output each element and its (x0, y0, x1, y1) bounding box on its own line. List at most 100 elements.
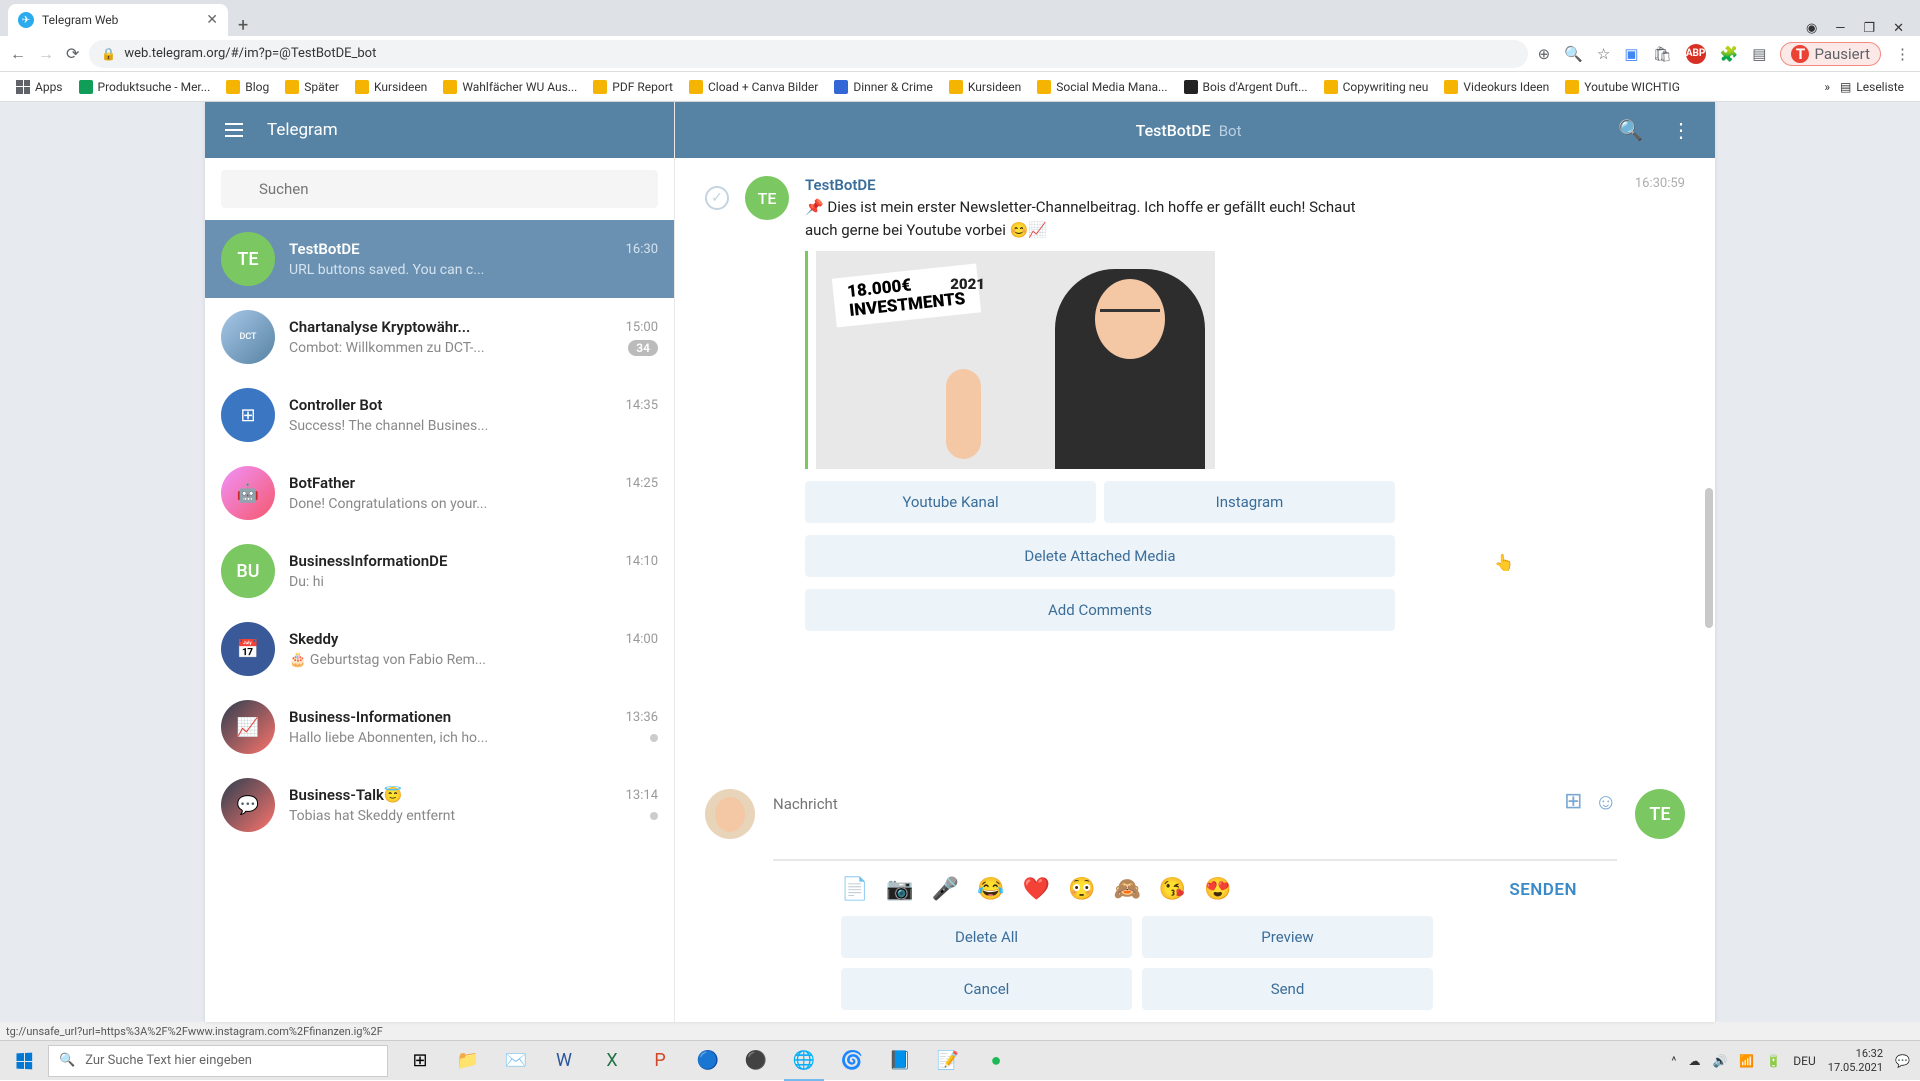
onedrive-icon[interactable]: ☁ (1688, 1054, 1700, 1068)
browser-tab[interactable]: ✈ Telegram Web ✕ (8, 4, 228, 36)
camera-icon[interactable]: 📷 (886, 877, 913, 902)
apps-bookmark[interactable]: Apps (10, 77, 69, 97)
chat-item[interactable]: ⊞ Controller Bot14:35 Success! The chann… (205, 376, 674, 454)
tray-chevron-icon[interactable]: ^ (1671, 1054, 1676, 1068)
url-bar[interactable]: 🔒 web.telegram.org/#/im?p=@TestBotDE_bot (89, 40, 1527, 68)
chat-menu-icon[interactable]: ⋮ (1671, 118, 1691, 142)
bookmark-item[interactable]: Kursideen (349, 77, 433, 97)
bookmark-item[interactable]: Produktsuche - Mer... (73, 77, 217, 97)
wifi-icon[interactable]: 📶 (1739, 1054, 1754, 1068)
my-avatar[interactable] (705, 789, 755, 839)
message-input[interactable] (773, 789, 1617, 819)
forward-button[interactable]: → (38, 44, 54, 64)
inline-button-youtube[interactable]: Youtube Kanal (805, 481, 1096, 523)
file-explorer-icon[interactable]: 📁 (444, 1041, 492, 1081)
volume-icon[interactable]: 🔊 (1712, 1054, 1727, 1068)
zoom-icon[interactable]: 🔍 (1564, 45, 1583, 63)
recipient-avatar[interactable]: TE (1635, 789, 1685, 839)
spotify-icon[interactable]: ● (972, 1041, 1020, 1081)
notifications-icon[interactable]: 💬 (1895, 1054, 1910, 1068)
chat-item[interactable]: 🤖 BotFather14:25 Done! Congratulations o… (205, 454, 674, 532)
windows-search-input[interactable]: 🔍 Zur Suche Text hier eingeben (48, 1045, 388, 1077)
chat-item[interactable]: BU BusinessInformationDE14:10 Du: hi (205, 532, 674, 610)
maximize-button[interactable]: ❐ (1863, 21, 1875, 36)
reply-button-delete-all[interactable]: Delete All (841, 916, 1132, 958)
quick-emoji[interactable]: 😘 (1159, 877, 1186, 902)
bookmark-item[interactable]: Cload + Canva Bilder (683, 77, 824, 97)
send-button[interactable]: SENDEN (1509, 880, 1577, 900)
bookmark-item[interactable]: Dinner & Crime (828, 77, 939, 97)
battery-icon[interactable]: 🔋 (1766, 1054, 1781, 1068)
app-icon[interactable]: 🔵 (684, 1041, 732, 1081)
edge-icon[interactable]: 🌀 (828, 1041, 876, 1081)
sender-avatar[interactable]: TE (745, 176, 789, 220)
mail-icon[interactable]: ✉️ (492, 1041, 540, 1081)
reply-button-send[interactable]: Send (1142, 968, 1433, 1010)
bookmark-item[interactable]: Kursideen (943, 77, 1027, 97)
close-window-button[interactable]: ✕ (1893, 21, 1904, 36)
scrollbar[interactable] (1705, 488, 1713, 628)
excel-icon[interactable]: X (588, 1041, 636, 1081)
keyboard-icon[interactable]: ⊞ (1564, 789, 1582, 815)
chat-search-icon[interactable]: 🔍 (1618, 118, 1643, 142)
clock[interactable]: 16:32 17.05.2021 (1828, 1047, 1883, 1073)
bookmark-item[interactable]: Videokurs Ideen (1438, 77, 1555, 97)
minimize-button[interactable]: — (1835, 21, 1845, 36)
quick-emoji[interactable]: 😳 (1068, 877, 1095, 902)
message-image[interactable]: 18.000€INVESTMENTS 2021 (805, 251, 1215, 469)
back-button[interactable]: ← (10, 44, 26, 64)
bookmark-item[interactable]: Youtube WICHTIG (1559, 77, 1686, 97)
task-view-icon[interactable]: ⊞ (396, 1041, 444, 1081)
menu-icon[interactable] (225, 123, 243, 137)
emoji-picker-icon[interactable]: ☺ (1595, 789, 1617, 815)
reply-button-cancel[interactable]: Cancel (841, 968, 1132, 1010)
extensions-menu-icon[interactable]: 🧩 (1720, 45, 1739, 63)
word-icon[interactable]: W (540, 1041, 588, 1081)
quick-emoji[interactable]: 🙈 (1113, 877, 1140, 902)
search-input[interactable] (221, 170, 658, 208)
reading-list-button[interactable]: ▤Leseliste (1834, 77, 1910, 97)
app-icon[interactable]: 📘 (876, 1041, 924, 1081)
chrome-account-icon[interactable]: ◉ (1806, 21, 1817, 36)
reply-button-preview[interactable]: Preview (1142, 916, 1433, 958)
quick-emoji[interactable]: 😍 (1204, 877, 1231, 902)
reload-button[interactable]: ⟳ (66, 44, 79, 64)
chat-item[interactable]: 📅 Skeddy14:00 🎂 Geburtstag von Fabio Rem… (205, 610, 674, 688)
select-message-checkbox[interactable]: ✓ (705, 186, 729, 210)
chat-title[interactable]: TestBotDE Bot (1136, 121, 1242, 140)
chrome-menu-icon[interactable]: ⋮ (1895, 45, 1910, 63)
language-indicator[interactable]: DEU (1793, 1054, 1815, 1068)
bookmark-star-icon[interactable]: ☆ (1597, 45, 1610, 63)
inline-button-delete-media[interactable]: Delete Attached Media (805, 535, 1395, 577)
extension-icon[interactable]: 🛍 (1653, 45, 1672, 63)
chat-item[interactable]: DCT Chartanalyse Kryptowähr...15:00 Comb… (205, 298, 674, 376)
chrome-icon[interactable]: 🌐 (780, 1041, 828, 1081)
reading-list-icon[interactable]: ▤ (1752, 45, 1766, 63)
powerpoint-icon[interactable]: P (636, 1041, 684, 1081)
bookmark-item[interactable]: Bois d'Argent Duft... (1178, 77, 1314, 97)
chat-item-testbotde[interactable]: TE TestBotDE16:30 URL buttons saved. You… (205, 220, 674, 298)
bookmark-item[interactable]: Blog (220, 77, 275, 97)
tab-close-icon[interactable]: ✕ (206, 12, 218, 28)
obs-icon[interactable]: ⚫ (732, 1041, 780, 1081)
chat-item[interactable]: 💬 Business-Talk😇13:14 Tobias hat Skeddy … (205, 766, 674, 844)
install-app-icon[interactable]: ⊕ (1538, 45, 1551, 63)
new-tab-button[interactable]: + (228, 15, 258, 36)
quick-emoji[interactable]: ❤️ (1023, 877, 1050, 902)
quick-emoji[interactable]: 😂 (977, 877, 1004, 902)
profile-button[interactable]: T Pausiert (1780, 42, 1881, 66)
microphone-icon[interactable]: 🎤 (932, 877, 959, 902)
bookmark-item[interactable]: Copywriting neu (1318, 77, 1435, 97)
bookmark-item[interactable]: Wahlfächer WU Aus... (437, 77, 583, 97)
adblock-icon[interactable]: ABP (1686, 44, 1706, 64)
attach-file-icon[interactable]: 📄 (841, 877, 868, 902)
bookmark-item[interactable]: Social Media Mana... (1031, 77, 1173, 97)
inline-button-instagram[interactable]: Instagram (1104, 481, 1395, 523)
bookmark-item[interactable]: PDF Report (587, 77, 679, 97)
extension-icon[interactable]: ▣ (1624, 45, 1638, 63)
chat-item[interactable]: 📈 Business-Informationen13:36 Hallo lieb… (205, 688, 674, 766)
notepad-icon[interactable]: 📝 (924, 1041, 972, 1081)
bookmark-overflow-icon[interactable]: » (1824, 80, 1830, 94)
inline-button-add-comments[interactable]: Add Comments (805, 589, 1395, 631)
bookmark-item[interactable]: Später (279, 77, 345, 97)
